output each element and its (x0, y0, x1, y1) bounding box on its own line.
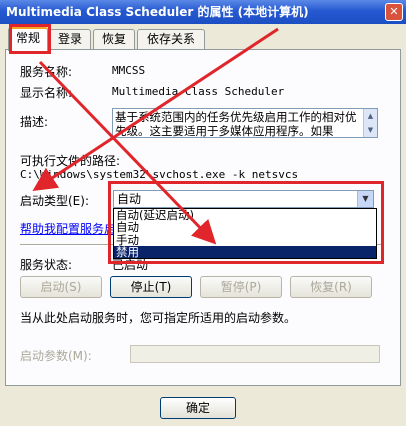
startup-option-auto-delayed[interactable]: 自动(延迟启动) (114, 209, 376, 221)
startup-type-dropdown: 自动(延迟启动) 自动 手动 禁用 (113, 208, 377, 259)
description-text: 基于系统范围内的任务优先级启用工作的相对优先级。这主要适用于多媒体应用程序。如果 (115, 110, 357, 138)
service-name-label: 服务名称: (20, 65, 73, 79)
start-button[interactable]: 启动(S) (20, 276, 102, 298)
start-params-hint: 当从此处启动服务时，您可指定所适用的启动参数。 (20, 311, 297, 325)
service-name-value: MMCSS (112, 64, 146, 77)
tab-recovery[interactable]: 恢复 (93, 29, 135, 50)
exe-path-value: C:\Windows\system32\svchost.exe -k netsv… (20, 168, 299, 181)
description-label: 描述: (20, 115, 49, 129)
window-title: Multimedia Class Scheduler 的属性 (本地计算机) (6, 5, 309, 19)
start-params-input[interactable] (130, 345, 380, 363)
display-name-value: Multimedia Class Scheduler (112, 85, 285, 98)
stop-button[interactable]: 停止(T) (110, 276, 192, 298)
service-status-label: 服务状态: (20, 258, 73, 272)
description-box[interactable]: 基于系统范围内的任务优先级启用工作的相对优先级。这主要适用于多媒体应用程序。如果… (112, 108, 378, 138)
exe-path-label: 可执行文件的路径: (20, 154, 121, 168)
display-name-label: 显示名称: (20, 86, 73, 100)
tab-dependencies[interactable]: 依存关系 (137, 29, 205, 50)
startup-option-auto[interactable]: 自动 (114, 221, 376, 233)
tab-logon[interactable]: 登录 (49, 29, 91, 50)
startup-option-disabled[interactable]: 禁用 (114, 246, 376, 259)
scroll-up-button[interactable]: ▲ (363, 109, 377, 123)
ok-button[interactable]: 确定 (160, 397, 236, 419)
startup-type-value: 自动 (117, 192, 142, 206)
pause-button[interactable]: 暂停(P) (200, 276, 282, 298)
startup-option-manual[interactable]: 手动 (114, 233, 376, 246)
tab-general[interactable]: 常规 (8, 27, 48, 51)
start-params-label: 启动参数(M): (20, 349, 92, 363)
dropdown-arrow-icon[interactable]: ▼ (357, 191, 373, 207)
close-button[interactable]: ✕ (385, 3, 403, 21)
scroll-down-button[interactable]: ▼ (363, 123, 377, 137)
startup-type-label: 启动类型(E): (20, 194, 89, 208)
startup-type-select[interactable]: 自动 ▼ (113, 190, 374, 208)
resume-button[interactable]: 恢复(R) (290, 276, 372, 298)
window-title-bar: Multimedia Class Scheduler 的属性 (本地计算机) (0, 0, 406, 24)
